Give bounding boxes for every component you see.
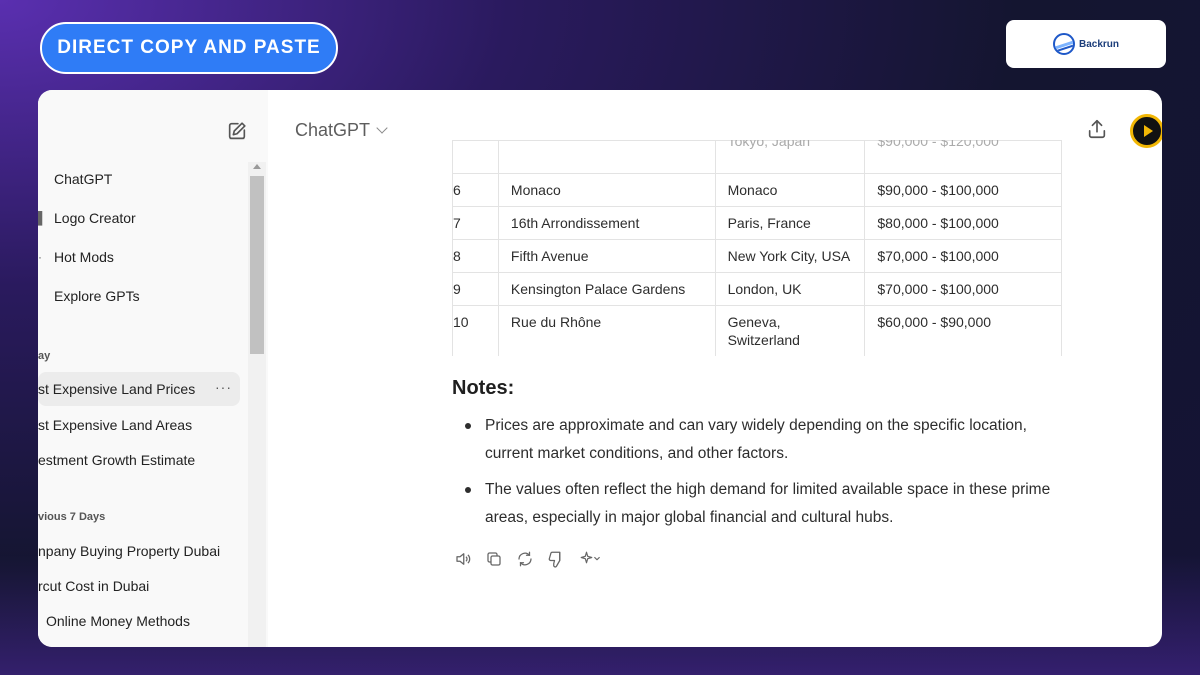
table-cell-city: London, UK [714, 272, 866, 306]
chatgpt-window: ChatGPT ▌ Logo Creator · Hot Mods Explor… [38, 90, 1162, 647]
sidebar-item-chatgpt[interactable]: ChatGPT [38, 165, 240, 193]
direct-copy-banner: DIRECT COPY AND PASTE [40, 22, 338, 74]
sparkle-model-icon[interactable] [578, 550, 604, 568]
list-item: The values often reflect the high demand… [452, 476, 1072, 532]
scrollbar-thumb[interactable] [250, 176, 264, 354]
history-item-active[interactable]: st Expensive Land Prices ··· [38, 372, 240, 406]
hot-mods-icon: · [38, 250, 42, 264]
table-cell: Tokyo, Japan [714, 140, 866, 174]
table-row: 10 Rue du Rhône Geneva, Switzerland $60,… [452, 305, 1062, 356]
table-row: Tokyo, Japan $90,000 - $120,000 [452, 140, 1062, 174]
notes-heading: Notes: [452, 377, 515, 399]
scroll-up-icon[interactable] [253, 164, 261, 169]
table-cell-rank: 7 [452, 206, 499, 240]
history-item[interactable]: rcut Cost in Dubai [38, 569, 240, 603]
backrun-logo-icon [1052, 33, 1075, 55]
table-cell [497, 140, 716, 174]
sidebar: ChatGPT ▌ Logo Creator · Hot Mods Explor… [38, 90, 268, 647]
message-actions [454, 550, 604, 568]
sidebar-scrollbar[interactable] [248, 162, 266, 647]
history-item-label: rcut Cost in Dubai [38, 578, 150, 594]
regenerate-icon[interactable] [516, 550, 534, 568]
table-cell-price: $70,000 - $100,000 [864, 272, 1062, 306]
table-cell-rank: 9 [452, 272, 499, 306]
table-cell-city: Paris, France [714, 206, 866, 240]
sidebar-item-label: ChatGPT [54, 171, 113, 187]
table-row: 6 Monaco Monaco $90,000 - $100,000 [452, 173, 1062, 207]
history-item[interactable]: st Expensive Land Areas [38, 408, 240, 442]
sidebar-item-label: Hot Mods [54, 249, 114, 265]
notes-list: Prices are approximate and can vary wide… [452, 412, 1072, 540]
copy-icon[interactable] [485, 550, 503, 568]
table-cell-rank: 10 [452, 305, 499, 356]
table-cell-price: $60,000 - $90,000 [864, 305, 1062, 356]
history-item-label: Online Money Methods [46, 613, 190, 629]
main-chat-area: ChatGPT Tokyo, Japan $90,000 - $120,000 … [268, 90, 1162, 647]
table-cell-area: Kensington Palace Gardens [497, 272, 716, 306]
section-previous-7-days: vious 7 Days [38, 511, 106, 523]
table-cell: $90,000 - $120,000 [864, 140, 1062, 174]
sidebar-item-explore-gpts[interactable]: Explore GPTs [38, 282, 240, 310]
model-selector[interactable]: ChatGPT [295, 120, 388, 141]
history-item-label: st Expensive Land Areas [38, 417, 193, 433]
table-cell-area: Monaco [497, 173, 716, 207]
history-item[interactable]: Online Money Methods [38, 604, 240, 638]
logo-creator-icon: ▌ [38, 211, 47, 225]
read-aloud-icon[interactable] [454, 550, 472, 568]
history-item[interactable]: npany Buying Property Dubai [38, 534, 240, 568]
land-prices-table: Tokyo, Japan $90,000 - $120,000 6 Monaco… [452, 140, 1062, 356]
sidebar-item-label: Explore GPTs [54, 288, 140, 304]
brand-name: Backrun [1078, 38, 1119, 50]
table-cell-price: $70,000 - $100,000 [864, 239, 1062, 273]
thumbs-down-icon[interactable] [547, 550, 565, 568]
table-cell-price: $80,000 - $100,000 [864, 206, 1062, 240]
section-today: ay [38, 350, 51, 362]
sidebar-item-logo-creator[interactable]: ▌ Logo Creator [38, 204, 240, 232]
table-row: 7 16th Arrondissement Paris, France $80,… [452, 206, 1062, 240]
model-name: ChatGPT [295, 120, 371, 140]
table-cell-price: $90,000 - $100,000 [864, 173, 1062, 207]
table-cell-city: Monaco [714, 173, 866, 207]
user-avatar[interactable] [1130, 114, 1162, 148]
more-options-icon[interactable]: ··· [215, 379, 232, 395]
sidebar-item-hot-mods[interactable]: · Hot Mods [38, 243, 240, 271]
table-cell-city: Geneva, Switzerland [714, 305, 866, 356]
table-cell-rank: 8 [452, 239, 499, 273]
brand-logo: Backrun [1006, 20, 1166, 68]
table-row: 9 Kensington Palace Gardens London, UK $… [452, 272, 1062, 306]
new-chat-icon[interactable] [226, 120, 248, 142]
table-cell-city: New York City, USA [714, 239, 866, 273]
chevron-down-icon [376, 122, 388, 134]
table-cell-area: Rue du Rhône [497, 305, 716, 356]
list-item: Prices are approximate and can vary wide… [452, 412, 1072, 468]
history-item-label: npany Buying Property Dubai [38, 543, 221, 559]
table-cell-rank: 6 [452, 173, 499, 207]
history-item-label: estment Growth Estimate [38, 452, 196, 468]
table-row: 8 Fifth Avenue New York City, USA $70,00… [452, 239, 1062, 273]
table-cell-area: Fifth Avenue [497, 239, 716, 273]
table-cell [452, 140, 499, 174]
sidebar-item-label: Logo Creator [54, 210, 136, 226]
table-cell-area: 16th Arrondissement [497, 206, 716, 240]
history-item[interactable]: estment Growth Estimate [38, 443, 240, 477]
history-item-label: st Expensive Land Prices [38, 381, 196, 397]
share-icon[interactable] [1086, 118, 1108, 140]
